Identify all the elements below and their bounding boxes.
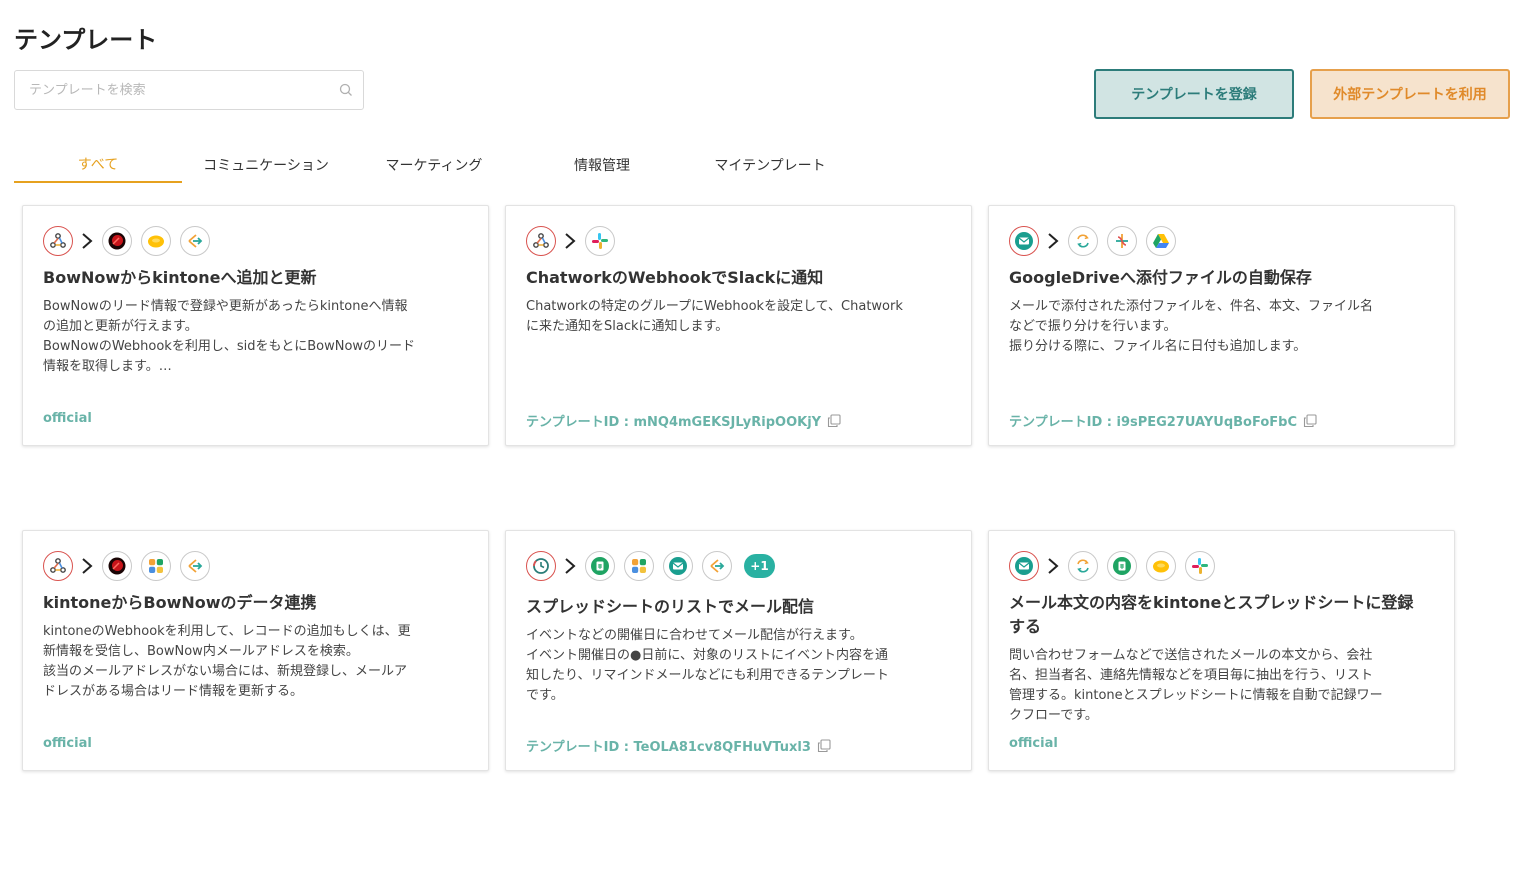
spreadsheet-icon (585, 551, 615, 581)
google-drive-icon (1146, 226, 1176, 256)
template-card[interactable]: メール本文の内容をkintoneとスプレッドシートに登録する 問い合わせフォーム… (988, 530, 1455, 771)
chevron-right-icon (563, 556, 577, 576)
webhook-icon (43, 226, 73, 256)
card-description: メールで添付された添付ファイルを、件名、本文、ファイル名 などで振り分けを行いま… (1009, 299, 1374, 354)
chevron-right-icon (1046, 556, 1060, 576)
bownow-icon (102, 551, 132, 581)
transform-icon (180, 551, 210, 581)
flow-icons (1009, 226, 1185, 256)
search-input[interactable] (15, 71, 325, 109)
card-title: BowNowからkintoneへ追加と更新 (43, 268, 317, 287)
transform-icon (702, 551, 732, 581)
more-steps-badge: +1 (744, 554, 775, 578)
schedule-icon (526, 551, 556, 581)
tab-information-management[interactable]: 情報管理 (518, 146, 686, 183)
search-icon[interactable] (339, 83, 353, 97)
slack-icon (585, 226, 615, 256)
flow-icons (1009, 551, 1224, 581)
template-id: テンプレートID : mNQ4mGEKSJLyRipOOKjY (526, 411, 841, 430)
mail-icon (663, 551, 693, 581)
tab-communication[interactable]: コミュニケーション (182, 146, 350, 183)
bownow-icon (102, 226, 132, 256)
copy-icon[interactable] (817, 739, 831, 753)
webhook-icon (43, 551, 73, 581)
chevron-right-icon (1046, 231, 1060, 251)
slack-icon (1185, 551, 1215, 581)
card-description: Chatworkの特定のグループにWebhookを設定して、Chatwork に… (526, 299, 903, 334)
transform-icon (180, 226, 210, 256)
card-title: スプレッドシートのリストでメール配信 (526, 597, 815, 616)
card-description: BowNowのリード情報で登録や更新があったらkintoneへ情報 の追加と更新… (43, 299, 416, 374)
mail-icon (1009, 551, 1039, 581)
loop-icon (1068, 226, 1098, 256)
card-description: kintoneのWebhookを利用して、レコードの追加もしくは、更 新情報を受… (43, 624, 411, 699)
copy-icon[interactable] (827, 414, 841, 428)
webhook-icon (526, 226, 556, 256)
tab-my-templates[interactable]: マイテンプレート (686, 146, 854, 183)
kintone-icon (141, 226, 171, 256)
flow-icons (526, 226, 624, 256)
card-title: kintoneからBowNowのデータ連携 (43, 593, 317, 612)
template-card[interactable]: ChatworkのWebhookでSlackに通知 Chatworkの特定のグル… (505, 205, 972, 446)
template-card[interactable]: +1 スプレッドシートのリストでメール配信 イベントなどの開催日に合わせてメール… (505, 530, 972, 771)
chevron-right-icon (80, 231, 94, 251)
chevron-right-icon (563, 231, 577, 251)
card-description: 問い合わせフォームなどで送信されたメールの本文から、会社 名、担当者名、連絡先情… (1009, 648, 1383, 723)
category-tabs: すべて コミュニケーション マーケティング 情報管理 マイテンプレート (14, 146, 844, 184)
mail-icon (1009, 226, 1039, 256)
template-card[interactable]: BowNowからkintoneへ追加と更新 BowNowのリード情報で登録や更新… (22, 205, 489, 446)
chevron-right-icon (80, 556, 94, 576)
card-title: ChatworkのWebhookでSlackに通知 (526, 268, 824, 287)
tab-all[interactable]: すべて (14, 146, 182, 183)
template-id: テンプレートID : i9sPEG27UAYUqBoFoFbC (1009, 411, 1317, 430)
official-label: official (1009, 736, 1058, 751)
card-description: イベントなどの開催日に合わせてメール配信が行えます。 イベント開催日の●日前に、… (526, 628, 889, 703)
card-title: GoogleDriveへ添付ファイルの自動保存 (1009, 268, 1312, 287)
loop-icon (1068, 551, 1098, 581)
search-box[interactable] (14, 70, 364, 110)
official-label: official (43, 736, 92, 751)
copy-icon[interactable] (1303, 414, 1317, 428)
use-external-template-button[interactable]: 外部テンプレートを利用 (1310, 69, 1510, 119)
flow-icons (43, 226, 219, 256)
apps-grid-icon (141, 551, 171, 581)
flow-icons: +1 (526, 551, 775, 581)
flow-icons (43, 551, 219, 581)
register-template-button[interactable]: テンプレートを登録 (1094, 69, 1294, 119)
template-card[interactable]: GoogleDriveへ添付ファイルの自動保存 メールで添付された添付ファイルを… (988, 205, 1455, 446)
branch-icon (1107, 226, 1137, 256)
tab-marketing[interactable]: マーケティング (350, 146, 518, 183)
spreadsheet-icon (1107, 551, 1137, 581)
official-label: official (43, 411, 92, 426)
template-card[interactable]: kintoneからBowNowのデータ連携 kintoneのWebhookを利用… (22, 530, 489, 771)
card-title: メール本文の内容をkintoneとスプレッドシートに登録する (1009, 593, 1414, 636)
kintone-icon (1146, 551, 1176, 581)
apps-grid-icon (624, 551, 654, 581)
template-id: テンプレートID : TeOLA81cv8QFHuVTuxl3 (526, 736, 831, 755)
page-title: テンプレート (14, 26, 158, 54)
